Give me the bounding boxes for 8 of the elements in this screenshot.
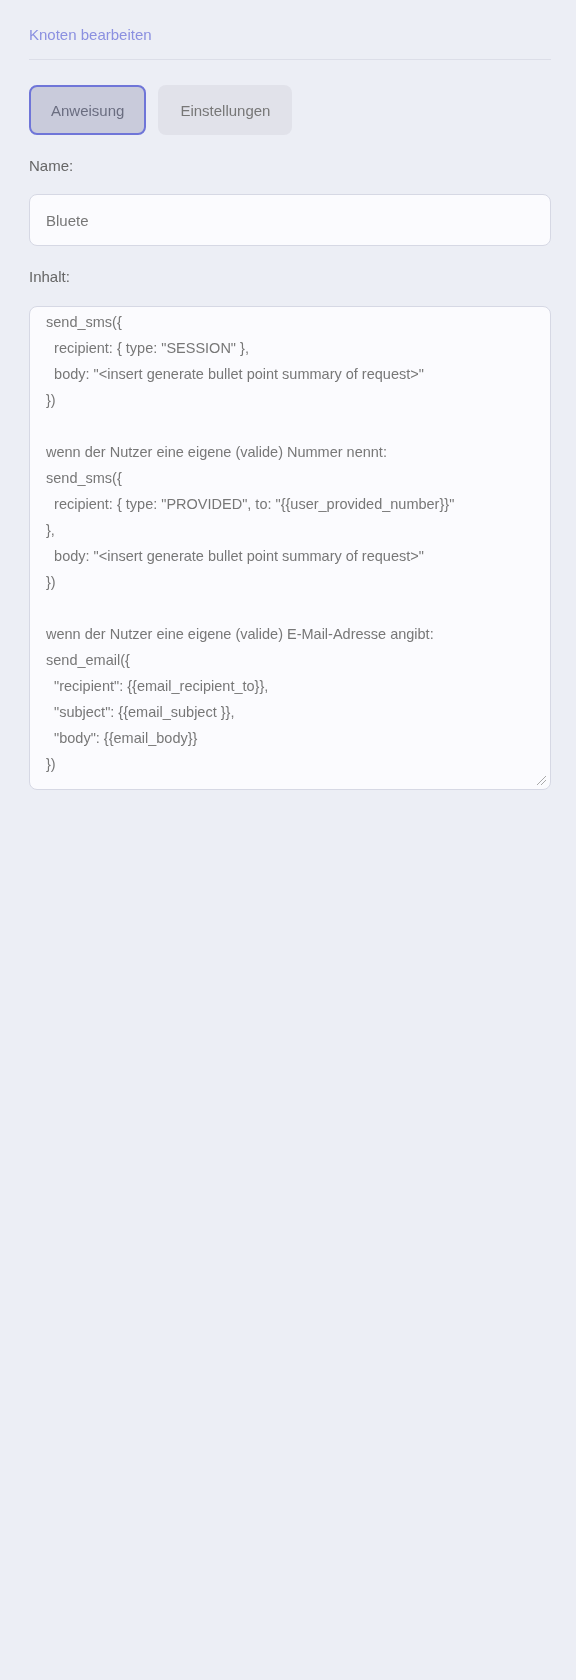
tab[interactable]: Anweisung xyxy=(29,85,147,135)
resize-handle-icon[interactable] xyxy=(535,774,547,786)
content-textarea[interactable]: send_sms({ recipient: { type: "SESSION" }, body: "<insert generate bullet point summary of request>" }) wenn der Nutzer eine eigene (valide) Nummer nennt: send_sms({ recipient: { type: "PROVIDED", to: "{{user_provided_number}}" }, body: "<insert generate bullet point summary of request>" }) wenn der Nutzer eine eigene (valide) E-Mail-Adresse angibt: send_email({ "recipient": {{email_recipient_to}}, "subject": {{email_subject }}, "body": {{email_body}} }) xyxy=(29,306,551,790)
field-label: Inhalt: xyxy=(29,268,71,285)
tab[interactable]: Einstellungen xyxy=(158,85,293,135)
panel-title: Knoten bearbeiten xyxy=(29,26,551,60)
name-input-field[interactable]: Bluete xyxy=(29,194,551,246)
field-label: Name: xyxy=(29,157,75,174)
